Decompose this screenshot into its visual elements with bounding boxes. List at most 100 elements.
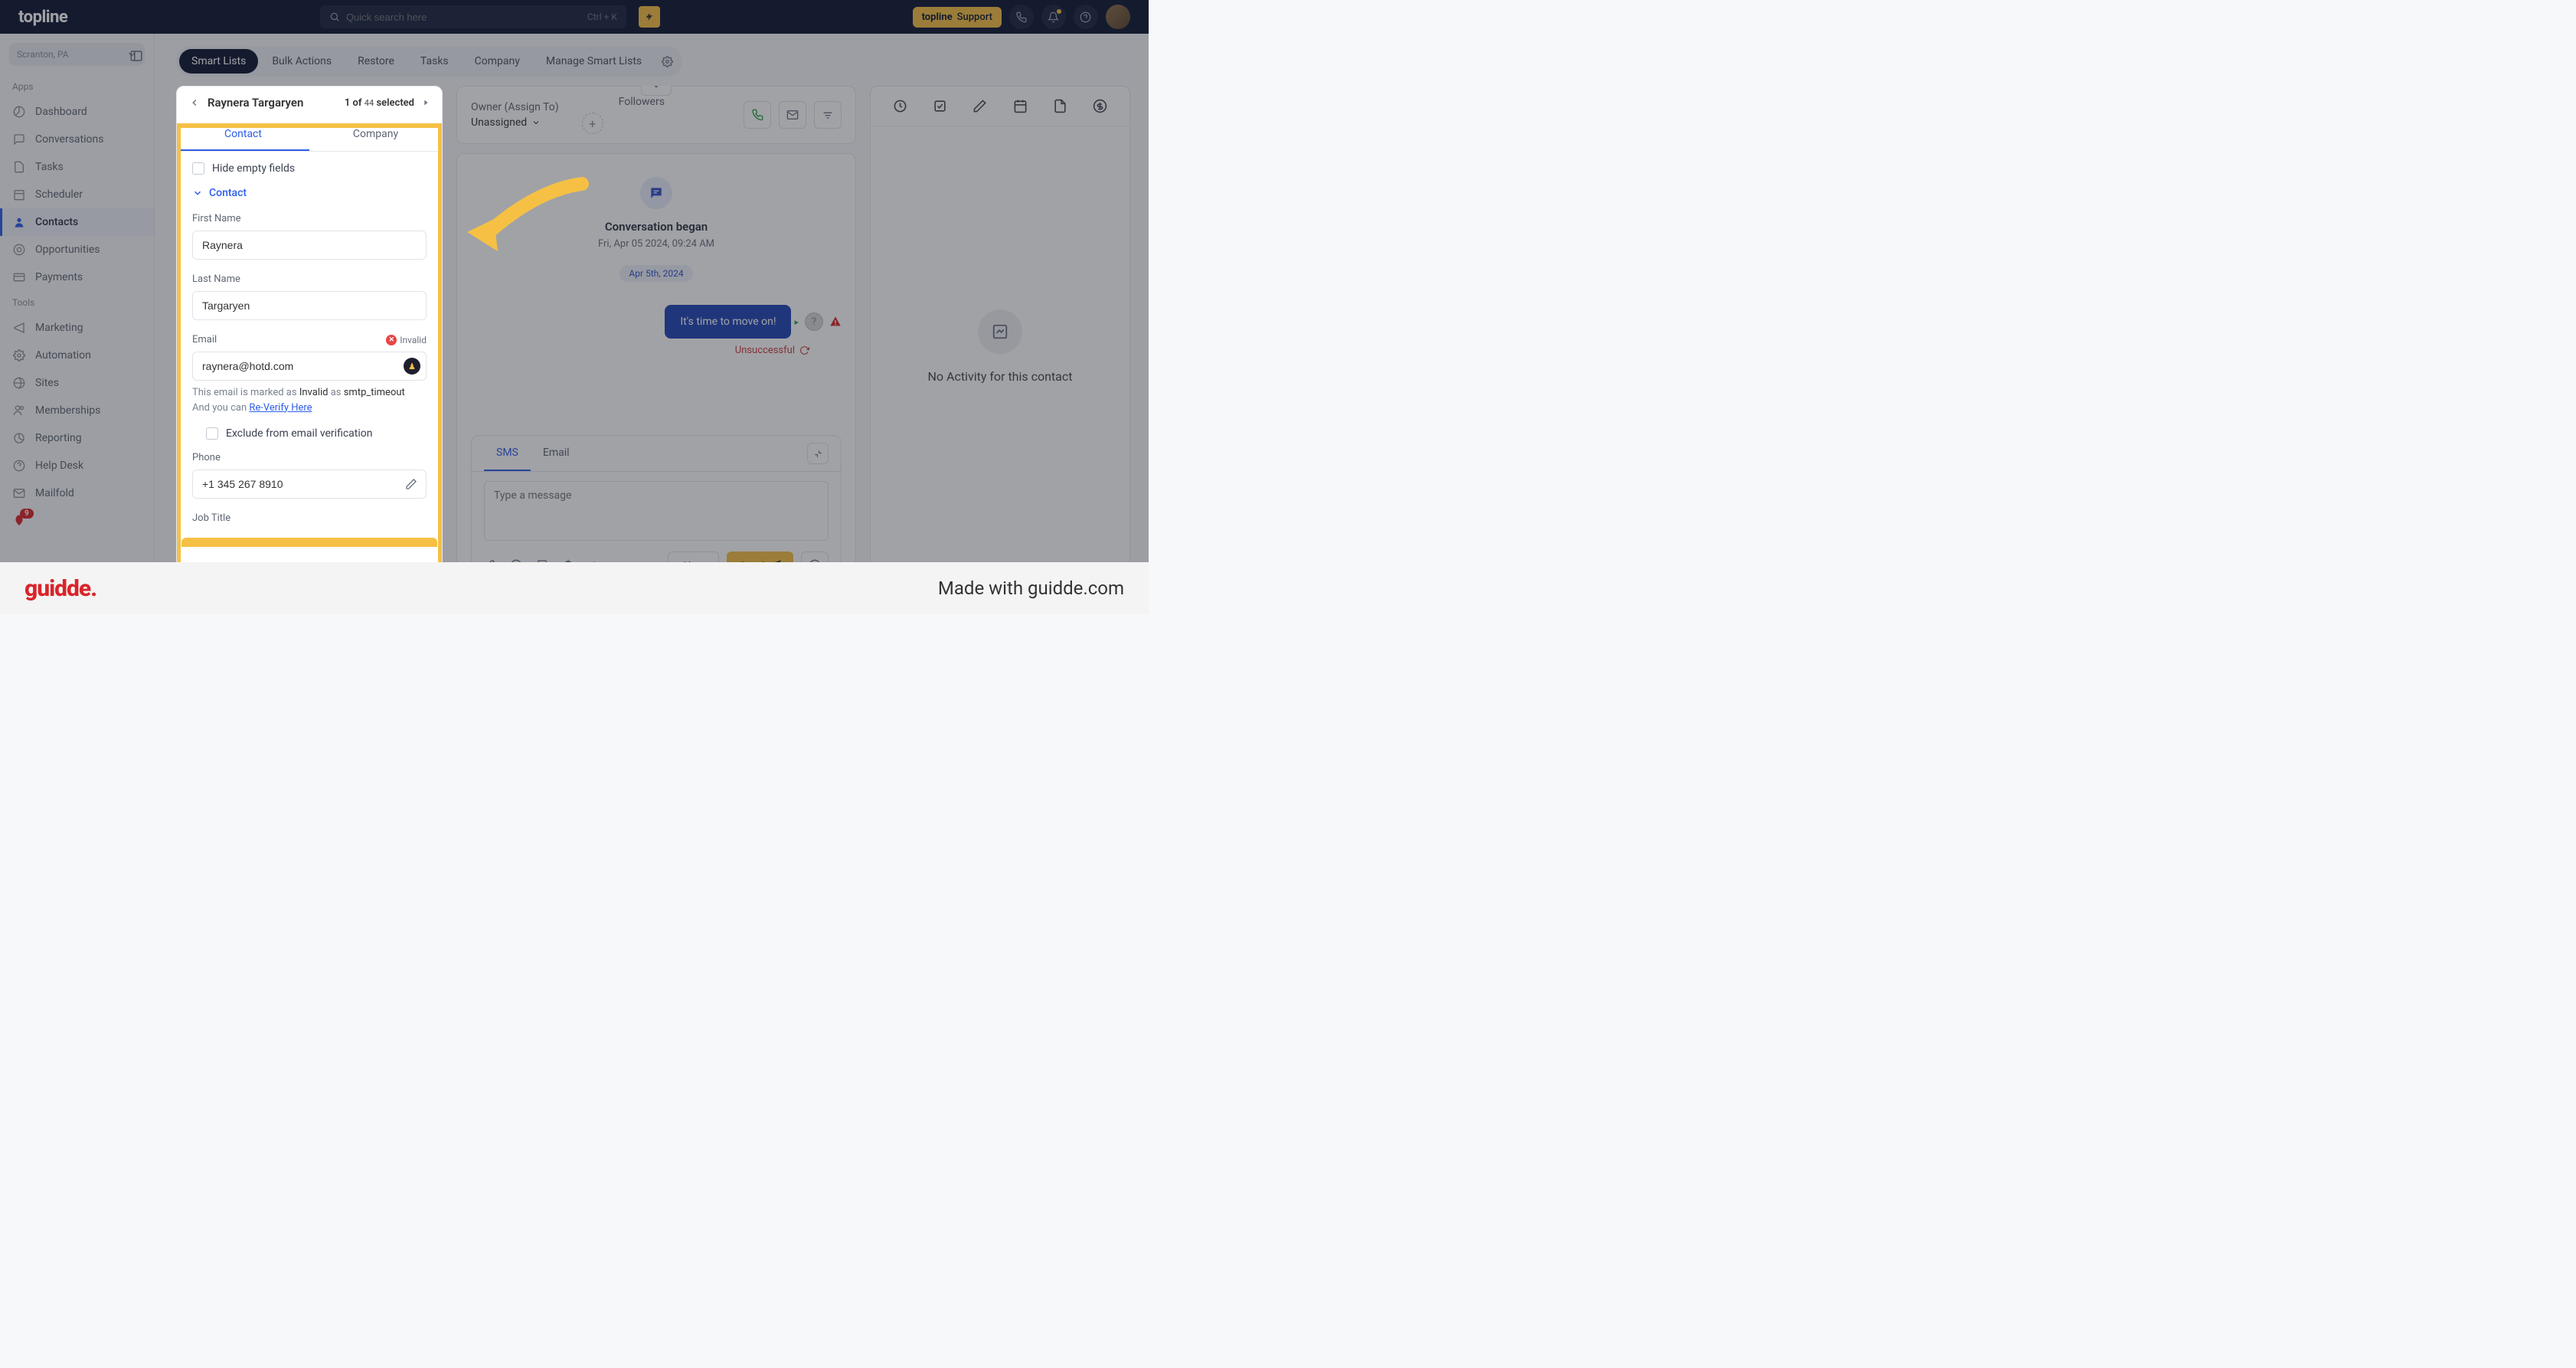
chevron-down-icon bbox=[192, 188, 203, 198]
subtab-company[interactable]: Company bbox=[309, 119, 442, 151]
rt-history-icon[interactable] bbox=[893, 99, 907, 113]
phone-button[interactable] bbox=[1009, 5, 1034, 29]
call-button[interactable] bbox=[744, 101, 771, 129]
mail-icon bbox=[12, 486, 26, 500]
rt-tasks-icon[interactable] bbox=[933, 99, 947, 113]
nav-tasks[interactable]: Tasks bbox=[0, 153, 154, 181]
owner-value[interactable]: Unassigned bbox=[471, 116, 559, 129]
hide-empty-checkbox[interactable] bbox=[192, 162, 204, 175]
section-tools-label: Tools bbox=[0, 291, 154, 314]
rt-calendar-icon[interactable] bbox=[1013, 99, 1028, 113]
tab-settings-icon[interactable] bbox=[655, 50, 679, 74]
nav-launchpad[interactable]: 9 bbox=[0, 507, 154, 528]
help-icon bbox=[12, 459, 26, 473]
phone-input[interactable] bbox=[192, 470, 427, 499]
person-icon bbox=[12, 215, 26, 229]
tab-restore[interactable]: Restore bbox=[345, 49, 407, 74]
verify-icon[interactable]: ♟ bbox=[404, 358, 420, 375]
tab-company[interactable]: Company bbox=[463, 49, 532, 74]
global-search[interactable]: Ctrl + K bbox=[320, 5, 626, 28]
activity-empty-text: No Activity for this contact bbox=[928, 369, 1073, 384]
email-button[interactable] bbox=[779, 101, 806, 129]
phone-label: Phone bbox=[192, 452, 427, 463]
support-button[interactable]: topline topline SupportSupport bbox=[913, 7, 1002, 28]
guidde-logo: guidde. bbox=[25, 575, 96, 602]
email-invalid-badge: ✕Invalid bbox=[386, 335, 427, 345]
retry-icon[interactable] bbox=[799, 345, 809, 355]
card-icon bbox=[12, 270, 26, 284]
chevron-down-icon bbox=[531, 118, 541, 127]
nav-scheduler[interactable]: Scheduler bbox=[0, 181, 154, 208]
email-input[interactable] bbox=[192, 352, 427, 381]
nav-helpdesk[interactable]: Help Desk bbox=[0, 452, 154, 479]
collapse-header-icon[interactable] bbox=[641, 86, 672, 96]
alert-icon bbox=[829, 316, 842, 328]
message-status: Unsuccessful bbox=[735, 345, 809, 356]
compose-tab-sms[interactable]: SMS bbox=[484, 436, 531, 471]
nav-payments[interactable]: Payments bbox=[0, 263, 154, 291]
search-shortcut: Ctrl + K bbox=[587, 11, 617, 22]
activity-empty-icon bbox=[978, 309, 1022, 354]
email-label: Email bbox=[192, 334, 217, 345]
nav-mailfold[interactable]: Mailfold bbox=[0, 479, 154, 507]
nav-automation[interactable]: Automation bbox=[0, 342, 154, 369]
app-logo: topline bbox=[18, 8, 67, 27]
search-icon bbox=[329, 11, 340, 22]
gauge-icon bbox=[12, 105, 26, 119]
nav-sites[interactable]: Sites bbox=[0, 369, 154, 397]
bell-button[interactable] bbox=[1041, 5, 1066, 29]
user-avatar[interactable] bbox=[1106, 5, 1130, 29]
email-help-text: This email is marked as Invalid as smtp_… bbox=[192, 385, 427, 415]
exclude-label: Exclude from email verification bbox=[226, 427, 372, 440]
cog-icon bbox=[12, 349, 26, 362]
delivered-icon: ▸ bbox=[794, 317, 799, 327]
conversation-icon bbox=[640, 177, 672, 209]
message-textarea[interactable] bbox=[484, 481, 829, 541]
nav-reporting[interactable]: Reporting bbox=[0, 424, 154, 452]
collapse-compose-icon[interactable] bbox=[807, 443, 829, 464]
nav-opportunities[interactable]: Opportunities bbox=[0, 236, 154, 263]
footer-brand: guidde. Made with guidde.com bbox=[0, 562, 1149, 614]
panel-toggle-icon[interactable] bbox=[129, 49, 143, 63]
tab-tasks[interactable]: Tasks bbox=[408, 49, 461, 74]
contact-detail-panel: Raynera Targaryen 1 of 44 selected Conta… bbox=[176, 86, 443, 602]
rt-document-icon[interactable] bbox=[1053, 99, 1067, 113]
nav-conversations[interactable]: Conversations bbox=[0, 126, 154, 153]
edit-icon[interactable] bbox=[405, 478, 417, 490]
first-name-input[interactable] bbox=[192, 231, 427, 260]
tab-bulkactions[interactable]: Bulk Actions bbox=[260, 49, 344, 74]
conversation-title: Conversation began bbox=[605, 220, 708, 234]
users-icon bbox=[12, 404, 26, 417]
notification-badge bbox=[1057, 9, 1061, 14]
launch-count-badge: 9 bbox=[20, 509, 34, 519]
subtab-contact[interactable]: Contact bbox=[177, 119, 309, 151]
reverify-link[interactable]: Re-Verify Here bbox=[249, 402, 312, 414]
nav-memberships[interactable]: Memberships bbox=[0, 397, 154, 424]
next-icon[interactable] bbox=[422, 99, 430, 106]
nav-marketing[interactable]: Marketing bbox=[0, 314, 154, 342]
bolt-button[interactable] bbox=[639, 6, 660, 28]
nav-dashboard[interactable]: Dashboard bbox=[0, 98, 154, 126]
compose-tab-email[interactable]: Email bbox=[531, 436, 582, 471]
rt-money-icon[interactable] bbox=[1093, 99, 1107, 113]
workspace-switcher[interactable]: Dunder Mifflin [D... Scranton, PA bbox=[9, 43, 145, 66]
contact-name: Raynera Targaryen bbox=[208, 96, 303, 110]
made-with-text: Made with guidde.com bbox=[938, 578, 1124, 599]
exclude-checkbox[interactable] bbox=[206, 427, 218, 440]
tab-managelists[interactable]: Manage Smart Lists bbox=[534, 49, 654, 74]
first-name-label: First Name bbox=[192, 213, 427, 224]
tab-smartlists[interactable]: Smart Lists bbox=[179, 49, 258, 74]
filter-button[interactable] bbox=[814, 101, 842, 129]
jobtitle-label: Job Title bbox=[192, 512, 427, 524]
last-name-label: Last Name bbox=[192, 273, 427, 285]
rt-edit-icon[interactable] bbox=[973, 99, 987, 113]
nav-contacts[interactable]: Contacts bbox=[0, 208, 154, 236]
add-follower-button[interactable]: + bbox=[582, 113, 603, 134]
highlight-bar bbox=[181, 538, 437, 547]
megaphone-icon bbox=[12, 321, 26, 335]
help-button[interactable] bbox=[1074, 5, 1098, 29]
back-icon[interactable] bbox=[189, 97, 200, 108]
last-name-input[interactable] bbox=[192, 291, 427, 320]
search-input[interactable] bbox=[346, 11, 581, 23]
section-contact-head[interactable]: Contact bbox=[192, 187, 427, 199]
